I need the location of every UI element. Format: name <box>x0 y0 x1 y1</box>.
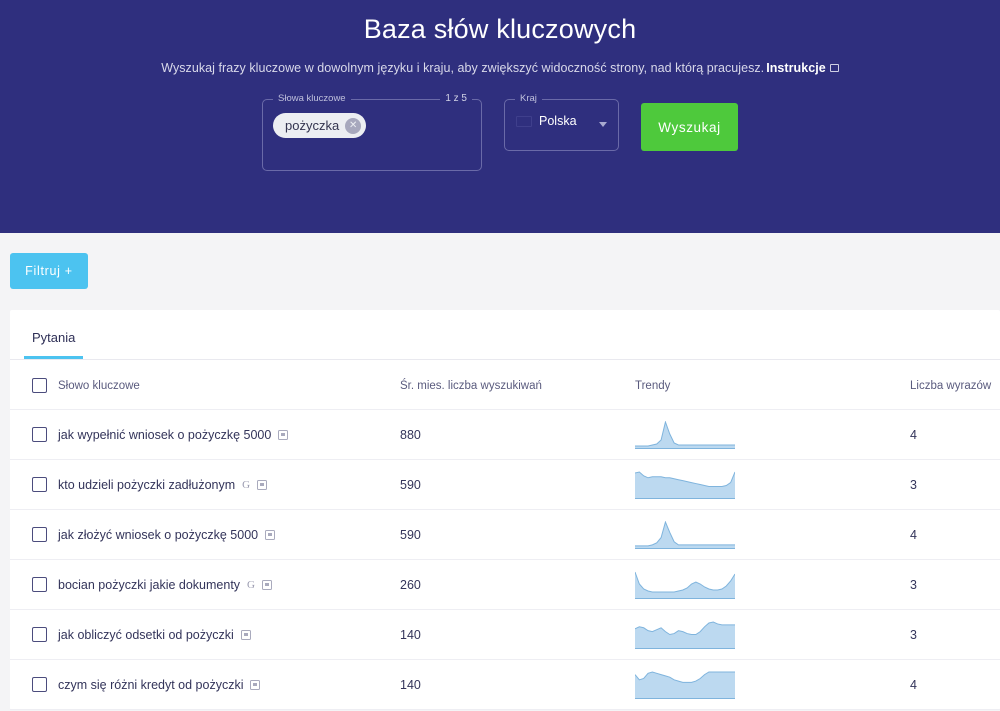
country-legend: Kraj <box>515 93 542 105</box>
table-header-row: Słowo kluczowe Śr. mies. liczba wyszukiw… <box>10 360 1000 410</box>
row-select-cell <box>10 609 58 660</box>
trend-cell <box>635 509 910 560</box>
question-badge-icon <box>278 429 289 440</box>
row-checkbox[interactable] <box>32 677 47 692</box>
trend-sparkline <box>635 420 910 449</box>
trend-sparkline <box>635 520 910 549</box>
page-subtitle: Wyszukaj frazy kluczowe w dowolnym język… <box>0 61 1000 75</box>
trend-cell <box>635 459 910 510</box>
country-select[interactable]: Kraj Polska <box>504 93 619 151</box>
toolbar-band: Filtruj + <box>0 233 1000 310</box>
row-select-cell <box>10 659 58 710</box>
volume-cell: 260 <box>400 559 635 610</box>
select-all-checkbox[interactable] <box>32 378 47 393</box>
trend-cell <box>635 659 910 710</box>
table-row[interactable]: kto udzieli pożyczki zadłużonym G 590 3 <box>10 459 1000 510</box>
words-cell: 3 <box>910 609 1000 660</box>
keyword-text[interactable]: jak wypełnić wniosek o pożyczkę 5000 <box>58 428 271 442</box>
volume-cell: 590 <box>400 459 635 510</box>
country-value: Polska <box>539 114 577 128</box>
row-checkbox[interactable] <box>32 477 47 492</box>
keyword-cell: jak wypełnić wniosek o pożyczkę 5000 <box>58 409 400 460</box>
flag-poland-icon <box>516 115 532 127</box>
question-badge-icon <box>262 579 272 590</box>
question-badge-icon <box>265 529 276 540</box>
search-button[interactable]: Wyszukaj <box>641 103 738 151</box>
words-cell: 4 <box>910 409 1000 460</box>
keyword-cell: bocian pożyczki jakie dokumenty G <box>58 559 400 610</box>
keyword-text[interactable]: bocian pożyczki jakie dokumenty <box>58 578 240 592</box>
country-value-wrap: Polska <box>516 114 577 128</box>
header-trend[interactable]: Trendy <box>635 360 910 410</box>
keywords-field[interactable]: Słowa kluczowe 1 z 5 pożyczka ✕ <box>262 93 482 171</box>
row-checkbox[interactable] <box>32 427 47 442</box>
google-icon: G <box>247 578 255 591</box>
question-badge-icon <box>257 479 268 490</box>
header-keyword[interactable]: Słowo kluczowe <box>58 360 400 410</box>
question-badge-icon <box>240 629 251 640</box>
page-title: Baza słów kluczowych <box>363 14 637 44</box>
volume-cell: 880 <box>400 409 635 460</box>
keyword-text[interactable]: kto udzieli pożyczki zadłużonym <box>58 478 235 492</box>
results-card: Pytania Słowo kluczowe Śr. mies. liczba … <box>10 310 1000 710</box>
header-words[interactable]: Liczba wyrazów <box>910 360 1000 410</box>
row-select-cell <box>10 409 58 460</box>
search-form: Słowa kluczowe 1 z 5 pożyczka ✕ Kraj Pol… <box>0 93 1000 171</box>
keyword-text[interactable]: jak złożyć wniosek o pożyczkę 5000 <box>58 528 258 542</box>
trend-sparkline <box>635 470 910 499</box>
words-cell: 3 <box>910 559 1000 610</box>
keyword-cell: kto udzieli pożyczki zadłużonym G <box>58 459 400 510</box>
row-checkbox[interactable] <box>32 577 47 592</box>
table-row[interactable]: jak wypełnić wniosek o pożyczkę 5000 880 4 <box>10 409 1000 460</box>
keywords-legend: Słowa kluczowe <box>273 93 351 105</box>
filter-button[interactable]: Filtruj + <box>10 253 88 289</box>
row-select-cell <box>10 509 58 560</box>
question-badge-icon <box>250 679 261 690</box>
header-select-all <box>10 360 58 410</box>
row-checkbox[interactable] <box>32 627 47 642</box>
hero-header: Baza słów kluczowych Wyszukaj frazy kluc… <box>0 0 1000 233</box>
keyword-text[interactable]: jak obliczyć odsetki od pożyczki <box>58 628 234 642</box>
subtitle-text: Wyszukaj frazy kluczowe w dowolnym język… <box>161 61 765 75</box>
external-link-icon <box>829 64 839 72</box>
keyword-cell: jak obliczyć odsetki od pożyczki <box>58 609 400 660</box>
trend-sparkline <box>635 620 910 649</box>
words-cell: 4 <box>910 659 1000 710</box>
table-row[interactable]: bocian pożyczki jakie dokumenty G 260 3 <box>10 559 1000 610</box>
row-select-cell <box>10 459 58 510</box>
table-row[interactable]: jak obliczyć odsetki od pożyczki 140 3 <box>10 609 1000 660</box>
trend-cell <box>635 609 910 660</box>
header-volume[interactable]: Śr. mies. liczba wyszukiwań <box>400 360 635 410</box>
words-cell: 3 <box>910 459 1000 510</box>
keyword-chip[interactable]: pożyczka ✕ <box>273 113 367 138</box>
keywords-table: Słowo kluczowe Śr. mies. liczba wyszukiw… <box>10 360 1000 710</box>
keyword-cell: jak złożyć wniosek o pożyczkę 5000 <box>58 509 400 560</box>
row-checkbox[interactable] <box>32 527 47 542</box>
trend-cell <box>635 559 910 610</box>
table-body: jak wypełnić wniosek o pożyczkę 5000 880 4… <box>10 409 1000 710</box>
close-circle-icon[interactable]: ✕ <box>345 117 362 134</box>
chevron-down-icon[interactable] <box>599 122 607 127</box>
keyword-text[interactable]: czym się różni kredyt od pożyczki <box>58 678 243 692</box>
volume-cell: 140 <box>400 609 635 660</box>
keyword-cell: czym się różni kredyt od pożyczki <box>58 659 400 710</box>
instructions-link[interactable]: Instrukcje <box>766 61 826 75</box>
row-select-cell <box>10 559 58 610</box>
tab-bar: Pytania <box>10 310 1000 360</box>
table-row[interactable]: jak złożyć wniosek o pożyczkę 5000 590 4 <box>10 509 1000 560</box>
keywords-counter: 1 z 5 <box>440 93 472 105</box>
trend-sparkline <box>635 571 910 599</box>
trend-cell <box>635 409 910 460</box>
keyword-chip-label: pożyczka <box>285 118 340 133</box>
words-cell: 4 <box>910 509 1000 560</box>
trend-sparkline <box>635 670 910 699</box>
volume-cell: 140 <box>400 659 635 710</box>
google-icon: G <box>242 478 251 491</box>
table-row[interactable]: czym się różni kredyt od pożyczki 140 4 <box>10 659 1000 710</box>
volume-cell: 590 <box>400 509 635 560</box>
tab-pytania[interactable]: Pytania <box>24 330 84 359</box>
